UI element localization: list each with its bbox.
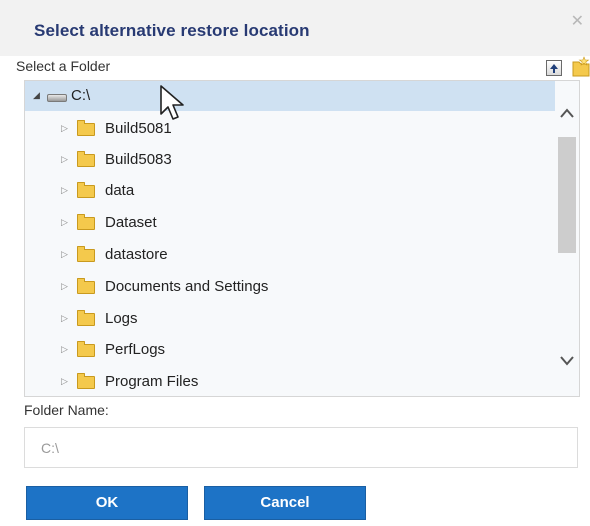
tree-item-label: Dataset <box>105 214 157 231</box>
tree-row-folder[interactable]: ▷ Logs <box>25 304 555 334</box>
tree-item-label: PerfLogs <box>105 341 166 358</box>
tree-row-root-drive[interactable]: ◢ C:\ <box>25 81 555 111</box>
tree-item-label: data <box>105 182 135 199</box>
new-folder-glyph <box>572 56 590 77</box>
tree-row-folder[interactable]: ▷ Build5083 <box>25 145 555 175</box>
folder-tree[interactable]: ◢ C:\ ▷ Build5081 ▷ Build5083 ▷ data ▷ D… <box>24 80 580 397</box>
ok-button[interactable]: OK <box>26 486 188 520</box>
expand-arrow-icon[interactable]: ▷ <box>61 313 68 323</box>
tree-item-label: Logs <box>105 310 138 327</box>
folder-up-icon[interactable] <box>546 60 562 76</box>
folder-icon <box>77 310 95 326</box>
tree-row-folder[interactable]: ▷ Documents and Settings <box>25 272 555 302</box>
tree-item-label: Documents and Settings <box>105 278 269 295</box>
dialog-title: Select alternative restore location <box>34 21 310 40</box>
new-folder-icon[interactable] <box>572 56 590 78</box>
expand-arrow-icon[interactable]: ▷ <box>61 217 68 227</box>
close-icon[interactable]: ✕ <box>571 14 584 30</box>
scroll-thumb[interactable] <box>558 137 576 253</box>
expand-arrow-icon[interactable]: ▷ <box>61 123 68 133</box>
tree-row-folder[interactable]: ▷ Build5081 <box>25 114 555 144</box>
tree-item-label: datastore <box>105 246 168 263</box>
folder-icon <box>77 151 95 167</box>
expand-arrow-icon[interactable]: ▷ <box>61 376 68 386</box>
tree-row-folder[interactable]: ▷ Dataset <box>25 208 555 238</box>
tree-row-folder[interactable]: ▷ Program Files <box>25 367 555 396</box>
tree-scrollbar[interactable] <box>555 81 579 396</box>
restore-location-dialog: Select alternative restore location ✕ Se… <box>0 0 590 526</box>
cancel-button[interactable]: Cancel <box>204 486 366 520</box>
scroll-up-icon[interactable] <box>559 107 575 119</box>
expand-arrow-icon[interactable]: ▷ <box>61 344 68 354</box>
folder-icon <box>77 278 95 294</box>
tree-item-label: C:\ <box>71 87 91 104</box>
tree-row-folder[interactable]: ▷ PerfLogs <box>25 335 555 365</box>
tree-item-label: Program Files <box>105 373 199 390</box>
expand-arrow-icon[interactable]: ▷ <box>61 185 68 195</box>
folder-name-label: Folder Name: <box>24 402 109 418</box>
folder-icon <box>77 373 95 389</box>
scroll-down-icon[interactable] <box>559 355 575 367</box>
expand-arrow-icon[interactable]: ▷ <box>61 154 68 164</box>
drive-icon <box>47 94 67 102</box>
folder-icon <box>77 341 95 357</box>
tree-row-folder[interactable]: ▷ data <box>25 176 555 206</box>
tree-item-label: Build5081 <box>105 120 172 137</box>
folder-icon <box>77 182 95 198</box>
tree-item-label: Build5083 <box>105 151 172 168</box>
dialog-titlebar: Select alternative restore location ✕ <box>0 0 590 56</box>
expand-arrow-icon[interactable]: ▷ <box>61 281 68 291</box>
tree-row-folder[interactable]: ▷ datastore <box>25 240 555 270</box>
collapse-arrow-icon[interactable]: ◢ <box>33 90 40 100</box>
select-folder-label: Select a Folder <box>16 58 111 74</box>
folder-name-input[interactable] <box>24 427 578 468</box>
expand-arrow-icon[interactable]: ▷ <box>61 249 68 259</box>
folder-icon <box>77 214 95 230</box>
folder-icon <box>77 120 95 136</box>
folder-icon <box>77 246 95 262</box>
